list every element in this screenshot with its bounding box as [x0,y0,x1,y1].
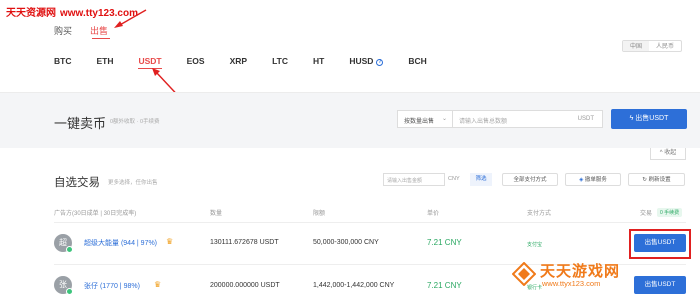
shield-icon: ◈ [579,177,584,183]
filter-button[interactable]: 筛选 [470,173,492,186]
coin-tab-bch[interactable]: BCH [408,56,426,66]
quick-sell-button[interactable]: ϟ 出售USDT [611,109,687,129]
amount-filter-input[interactable]: 请输入出售金额 [383,173,445,186]
table-row: 超 超级大能量 (944 | 97%) ♛ 130111.672678 USDT… [0,222,700,264]
brand-url: www.ttyx123.com [542,279,601,288]
brand-logo-icon [512,262,536,286]
advertiser-name-text: 超级大能量 [84,240,119,247]
quick-sell-subtitle: 0额外收取 · 0手续费 [110,119,160,125]
cancel-service-label: 撤单服务 [584,177,607,183]
avatar[interactable]: 超 [54,234,73,253]
tab-buy[interactable]: 购买 [54,24,72,37]
medal-icon: ♛ [166,237,174,246]
payment-method-label: 全部支付方式 [513,177,547,183]
coin-tab-usdt[interactable]: USDT [138,56,162,69]
amount-filter-unit: CNY [448,176,460,182]
header-payment: 支付方式 [527,211,552,217]
header-action: 交易 [640,211,653,217]
collapse-button[interactable]: ^ 收起 [650,148,686,160]
price-value: 7.21 CNY [427,281,462,290]
header-limit: 限额 [313,211,326,217]
amount-filter-placeholder: 请输入出售金额 [387,178,423,184]
info-icon[interactable]: ? [376,59,384,66]
payment-method-value: 支付宝 [527,242,543,248]
custom-trade-subtitle: 更多选择，任你出售 [108,180,158,186]
annotation-highlight-box [629,229,691,259]
sell-amount-input[interactable]: 请输入出售总数额 USDT [453,110,603,128]
refresh-icon: ↻ [642,177,648,183]
advertiser-name[interactable]: 张仔 (1770 | 98%) [84,281,140,291]
coin-tab-xrp[interactable]: XRP [230,56,247,66]
coin-tab-husd-label: HUSD [349,56,374,66]
quick-sell-button-label: 出售USDT [635,115,669,122]
price-value: 7.21 CNY [427,238,462,247]
chevron-down-icon: ⌄ [441,116,447,122]
custom-trade-title: 自选交易 [54,177,100,189]
lightning-icon: ϟ [629,115,634,122]
limit-value: 1,442,000-1,442,000 CNY [313,282,395,289]
brand-watermark: 天天游戏网 www.ttyx123.com [512,260,697,294]
top-bar: 天天资源网 www.tty123.com 购买 出售 中国 人民币 BTC ETH… [0,0,700,103]
coin-tab-eos[interactable]: EOS [187,56,205,66]
medal-icon: ♛ [154,280,162,289]
header-price: 单价 [427,211,440,217]
tab-sell[interactable]: 出售 [90,24,108,37]
currency-toggle: 中国 人民币 [621,40,682,52]
brand-name: 天天游戏网 [540,263,621,280]
coin-tab-ltc[interactable]: LTC [272,56,288,66]
currency-option-cny[interactable]: 人民币 [649,41,681,51]
trade-tabs: 购买 出售 [54,24,110,39]
coin-tabs: BTC ETH USDT EOS XRP LTC HT HUSD? BCH [54,56,452,69]
annotation-arrow-top [114,9,147,28]
coin-tab-eth[interactable]: ETH [96,56,113,66]
sell-amount-unit: USDT [577,116,594,122]
sell-mode-value: 按数量出售 [404,119,435,125]
quantity-value: 130111.672678 USDT [210,239,279,246]
chevron-up-icon: ^ [659,150,663,156]
table-header: 广告方(30日成单 | 30日完成率) 数量 限额 单价 支付方式 交易 0 手… [0,208,700,220]
header-advertiser: 广告方(30日成单 | 30日完成率) [54,211,137,217]
advertiser-stats: (944 | 97%) [120,240,158,247]
advertiser-name-text: 张仔 [84,283,98,290]
quick-sell-title: 一键卖币 [54,116,107,131]
advertiser-stats: (1770 | 98%) [99,283,140,290]
cancel-service-button[interactable]: ◈ 撤单服务 [565,173,621,186]
sell-amount-placeholder: 请输入出售总数额 [459,119,508,125]
avatar[interactable]: 张 [54,276,73,295]
fee-badge: 0 手续费 [657,208,683,217]
coin-tab-btc[interactable]: BTC [54,56,71,66]
collapse-label: 收起 [664,150,677,156]
advertiser-name[interactable]: 超级大能量 (944 | 97%) [84,238,157,248]
payment-method-button[interactable]: 全部支付方式 [502,173,558,186]
quantity-value: 200000.000000 USDT [210,282,280,289]
header-quantity: 数量 [210,211,223,217]
watermark-site-name: 天天资源网 [6,8,56,19]
coin-tab-husd[interactable]: HUSD? [349,56,384,66]
quick-sell-panel: 一键卖币 0额外收取 · 0手续费 按数量出售 ⌄ 请输入出售总数额 USDT … [0,92,700,148]
coin-tab-ht[interactable]: HT [313,56,324,66]
limit-value: 50,000-300,000 CNY [313,239,379,246]
currency-option-china[interactable]: 中国 [622,41,649,51]
refresh-settings-button[interactable]: ↻ 刷新设置 [628,173,685,186]
refresh-settings-label: 刷新设置 [648,177,671,183]
sell-mode-select[interactable]: 按数量出售 ⌄ [397,110,453,128]
tab-sell-underline [92,38,110,39]
